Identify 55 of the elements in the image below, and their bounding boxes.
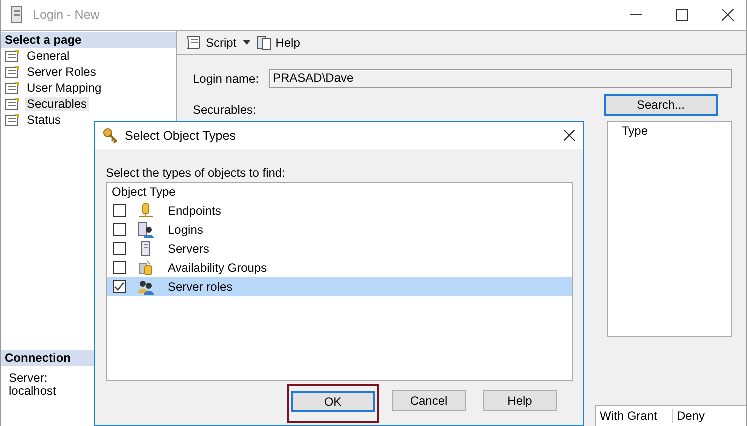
- login-name-label: Login name:: [193, 72, 260, 86]
- page-icon: [5, 49, 21, 63]
- list-item[interactable]: Logins: [107, 220, 572, 239]
- sidebar-item[interactable]: Status: [25, 113, 64, 127]
- column-header: Object Type: [111, 184, 177, 201]
- close-icon[interactable]: [564, 130, 575, 141]
- column-header: Type: [622, 124, 648, 138]
- documents-icon: [256, 34, 273, 50]
- dialog-title: Select Object Types: [125, 128, 236, 142]
- window-title: Login - New: [33, 8, 100, 22]
- dialog-button[interactable]: OK: [291, 391, 375, 412]
- page-icon: [5, 81, 21, 95]
- item-label: Server roles: [168, 280, 233, 294]
- checkbox[interactable]: [113, 280, 126, 293]
- help-button[interactable]: Help: [256, 34, 300, 50]
- server-label: Server:: [9, 372, 49, 385]
- caret-icon[interactable]: [242, 40, 251, 45]
- sidebar-item[interactable]: User Mapping: [25, 81, 104, 95]
- item-label: Availability Groups: [168, 260, 268, 274]
- server-value: localhost: [9, 385, 58, 398]
- list-item[interactable]: Servers: [107, 239, 572, 258]
- maximize-button[interactable]: [676, 9, 688, 21]
- search-button[interactable]: Search...: [604, 94, 718, 116]
- scroll-icon: [185, 34, 203, 50]
- checkbox[interactable]: [113, 261, 126, 274]
- checkbox[interactable]: [113, 223, 126, 236]
- login-name-field[interactable]: PRASAD\Dave: [269, 69, 732, 88]
- key-icon: [103, 128, 119, 144]
- cylinder-icon: [138, 260, 154, 276]
- user-icon: [138, 222, 154, 238]
- item-label: Logins: [168, 222, 204, 236]
- sidebar-item[interactable]: Securables: [25, 97, 90, 111]
- dialog-button[interactable]: Cancel: [392, 390, 466, 411]
- prompt-text: Select the types of objects to find:: [106, 166, 286, 180]
- page-icon: [5, 113, 21, 127]
- sidebar-item[interactable]: General: [25, 49, 72, 63]
- dialog-button[interactable]: Help: [483, 390, 557, 411]
- item-label: Servers: [168, 242, 210, 256]
- list-item[interactable]: Server roles: [107, 277, 572, 296]
- checkbox[interactable]: [113, 242, 126, 255]
- sidebar-header: Select a page: [1, 32, 176, 48]
- checkbox[interactable]: [113, 204, 126, 217]
- item-label: Endpoints: [168, 204, 222, 218]
- column-header: With Grant: [596, 409, 673, 423]
- list-item[interactable]: Endpoints: [107, 201, 572, 220]
- close-icon[interactable]: [722, 9, 734, 21]
- script-button[interactable]: Script: [185, 34, 237, 50]
- page-icon: [5, 97, 21, 111]
- users-icon: [138, 278, 154, 294]
- securables-label: Securables:: [193, 103, 258, 117]
- column-header: Deny: [676, 409, 706, 423]
- endpoint-icon: [138, 202, 154, 218]
- sidebar-item[interactable]: Server Roles: [25, 65, 98, 79]
- list-item[interactable]: Availability Groups: [107, 258, 572, 277]
- page-icon: [5, 65, 21, 79]
